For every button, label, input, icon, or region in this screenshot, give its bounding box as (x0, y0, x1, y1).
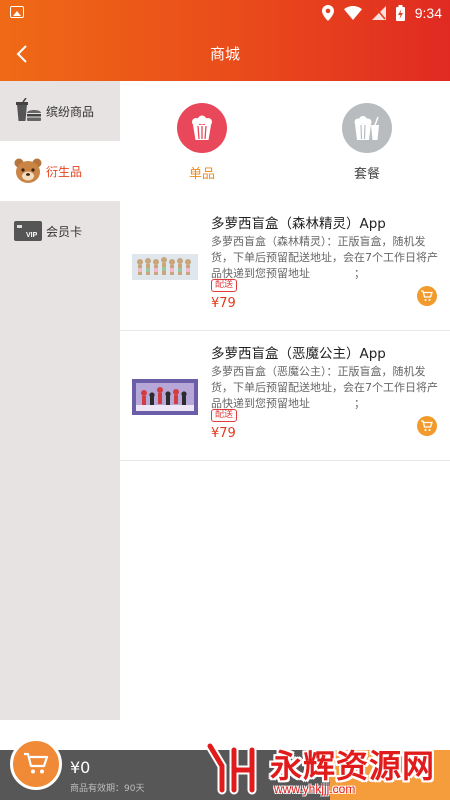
sidebar-item-merchandise[interactable]: 衍生品 (0, 141, 120, 201)
sidebar-item-label: 会员卡 (46, 224, 83, 239)
delivery-tag: 配送 (211, 409, 238, 422)
bear-icon (14, 157, 42, 185)
svg-text:VIP: VIP (26, 232, 38, 239)
product-description: 多萝西盲盒（森林精灵）：正版盲盒，随机发货，下单后预留配送地址，会在7个工作日将… (211, 235, 438, 280)
app-root: 9:34 商城 缤纷商品 衍生品 VIP 会员卡 单品 套餐 多萝西盲盒（森林精… (0, 0, 450, 800)
tab-single-item[interactable]: 单品 (152, 103, 252, 182)
product-price: ¥79 (211, 426, 236, 441)
cart-icon (421, 290, 433, 301)
add-to-cart-button[interactable] (417, 416, 437, 436)
watermark-name: 永辉资源网 (270, 747, 436, 785)
popcorn-drink-icon (342, 103, 392, 153)
sidebar-item-label: 衍生品 (46, 164, 83, 179)
wifi-icon (343, 6, 362, 20)
battery-charging-icon (395, 5, 405, 21)
tab-combo[interactable]: 套餐 (317, 103, 417, 182)
sidebar-item-membership[interactable]: VIP 会员卡 (0, 201, 120, 261)
product-title: 多萝西盲盒（恶魔公主）App (211, 346, 386, 362)
sidebar-item-label: 缤纷商品 (46, 104, 95, 119)
navbar: 商城 (0, 26, 450, 81)
product-item[interactable]: 多萝西盲盒（恶魔公主）App 多萝西盲盒（恶魔公主）：正版盲盒，随机发货，下单后… (120, 331, 450, 461)
category-tabs: 单品 套餐 (120, 81, 450, 201)
image-notification-icon (10, 6, 24, 18)
vip-card-icon: VIP (14, 217, 42, 245)
popcorn-icon (177, 103, 227, 153)
tab-label: 单品 (188, 167, 215, 182)
header: 9:34 商城 (0, 0, 450, 81)
category-sidebar: 缤纷商品 衍生品 VIP 会员卡 (0, 81, 120, 720)
validity-note: 商品有效期：90天 (70, 784, 145, 794)
status-time: 9:34 (414, 5, 442, 21)
snack-drink-icon (14, 97, 42, 125)
tab-label: 套餐 (353, 167, 380, 182)
add-to-cart-button[interactable] (417, 286, 437, 306)
status-icons: 9:34 (321, 4, 442, 22)
product-title: 多萝西盲盒（森林精灵）App (211, 216, 386, 232)
product-content: 单品 套餐 多萝西盲盒（森林精灵）App 多萝西盲盒（森林精灵）：正版盲盒，随机… (120, 81, 450, 720)
shopping-cart-icon (24, 752, 49, 774)
location-icon (321, 5, 334, 21)
product-thumbnail (132, 375, 198, 419)
cart-total: ¥0 (70, 758, 91, 777)
product-item[interactable]: 多萝西盲盒（森林精灵）App 多萝西盲盒（森林精灵）：正版盲盒，随机发货，下单后… (120, 201, 450, 331)
watermark-url: www.yhkjjj.com (274, 782, 356, 796)
product-description: 多萝西盲盒（恶魔公主）：正版盲盒，随机发货，下单后预留配送地址，会在7个工作日将… (211, 365, 438, 410)
cart-icon (421, 420, 433, 431)
status-bar: 9:34 (0, 0, 450, 26)
watermark: 永辉资源网 www.yhkjjj.com (204, 740, 444, 800)
no-signal-icon (371, 6, 386, 20)
delivery-tag: 配送 (211, 279, 238, 292)
product-thumbnail (132, 246, 198, 290)
page-title: 商城 (209, 45, 240, 63)
watermark-logo (205, 741, 257, 795)
product-price: ¥79 (211, 296, 236, 311)
cart-button[interactable] (10, 738, 62, 790)
sidebar-item-snacks[interactable]: 缤纷商品 (0, 81, 120, 141)
